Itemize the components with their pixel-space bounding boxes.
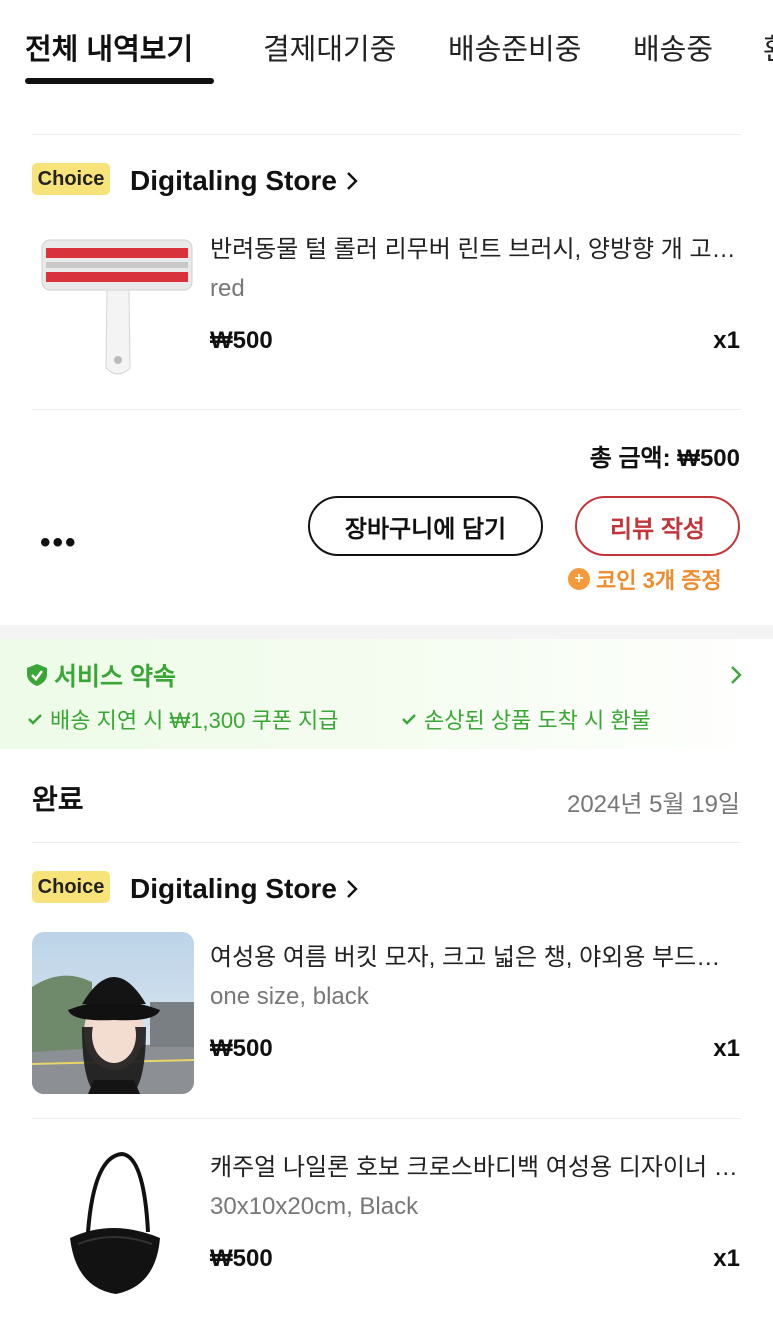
active-tab-indicator: [25, 78, 214, 84]
product-price: ₩500: [210, 327, 273, 354]
divider: [32, 842, 741, 843]
shield-check-icon: [27, 664, 47, 686]
store-name[interactable]: Digitaling Store: [130, 873, 337, 905]
product-variant: red: [210, 275, 245, 302]
divider: [32, 1118, 741, 1119]
product-title[interactable]: 캐주얼 나일론 호보 크로스바디백 여성용 디자이너 숄더백: [210, 1147, 738, 1182]
store-name[interactable]: Digitaling Store: [130, 165, 337, 197]
tab-preparing-shipment[interactable]: 배송준비중: [448, 26, 581, 68]
product-variant: one size, black: [210, 983, 369, 1010]
check-icon: [28, 714, 42, 725]
order-total: 총 금액: ₩500: [589, 445, 740, 472]
section-separator: [0, 625, 773, 639]
coin-reward: + 코인 3개 증정: [568, 563, 722, 595]
service-promise-banner[interactable]: 서비스 약속 배송 지연 시 ₩1,300 쿠폰 지급 손상된 상품 도착 시 …: [0, 639, 773, 749]
choice-badge: Choice: [32, 871, 110, 903]
service-item: 배송 지연 시 ₩1,300 쿠폰 지급: [28, 703, 339, 735]
check-icon: [402, 714, 416, 725]
product-image-crossbody-bag[interactable]: [32, 1146, 194, 1308]
product-image-lint-roller[interactable]: [32, 218, 194, 380]
product-price: ₩500: [210, 1245, 273, 1272]
service-promise-title: 서비스 약속: [26, 657, 176, 693]
product-quantity: x1: [713, 327, 740, 354]
chevron-right-icon[interactable]: [342, 171, 362, 191]
chevron-right-icon[interactable]: [729, 665, 743, 685]
order-status: 완료: [32, 784, 84, 815]
tab-refund[interactable]: 환: [763, 26, 773, 68]
chevron-right-icon[interactable]: [342, 879, 362, 899]
more-options-button[interactable]: •••: [40, 526, 78, 560]
order-date: 2024년 5월 19일: [566, 791, 740, 818]
tab-awaiting-payment[interactable]: 결제대기중: [263, 26, 396, 68]
coin-reward-text: 코인 3개 증정: [596, 568, 722, 593]
divider: [32, 409, 741, 410]
product-quantity: x1: [713, 1245, 740, 1272]
product-quantity: x1: [713, 1035, 740, 1062]
add-to-cart-button[interactable]: 장바구니에 담기: [308, 496, 543, 556]
product-title[interactable]: 여성용 여름 버킷 모자, 크고 넓은 챙, 야외용 부드러운 모자: [210, 937, 738, 972]
service-promise-label: 서비스 약속: [54, 663, 176, 691]
tab-all-orders[interactable]: 전체 내역보기: [25, 26, 193, 68]
product-variant: 30x10x20cm, Black: [210, 1193, 419, 1220]
product-price: ₩500: [210, 1035, 273, 1062]
divider: [32, 134, 741, 135]
coin-icon: +: [568, 568, 590, 590]
tab-in-transit[interactable]: 배송중: [633, 26, 713, 68]
choice-badge: Choice: [32, 163, 110, 195]
product-image-bucket-hat[interactable]: [32, 932, 194, 1094]
service-item-text: 손상된 상품 도착 시 환불: [424, 708, 651, 733]
product-title[interactable]: 반려동물 털 롤러 리무버 린트 브러시, 양방향 개 고양이 털 제거기: [210, 229, 738, 264]
service-item: 손상된 상품 도착 시 환불: [402, 703, 651, 735]
write-review-button[interactable]: 리뷰 작성: [575, 496, 740, 556]
order-status-tabs: 전체 내역보기 결제대기중 배송준비중 배송중 환: [0, 0, 773, 100]
service-item-text: 배송 지연 시 ₩1,300 쿠폰 지급: [50, 708, 339, 733]
